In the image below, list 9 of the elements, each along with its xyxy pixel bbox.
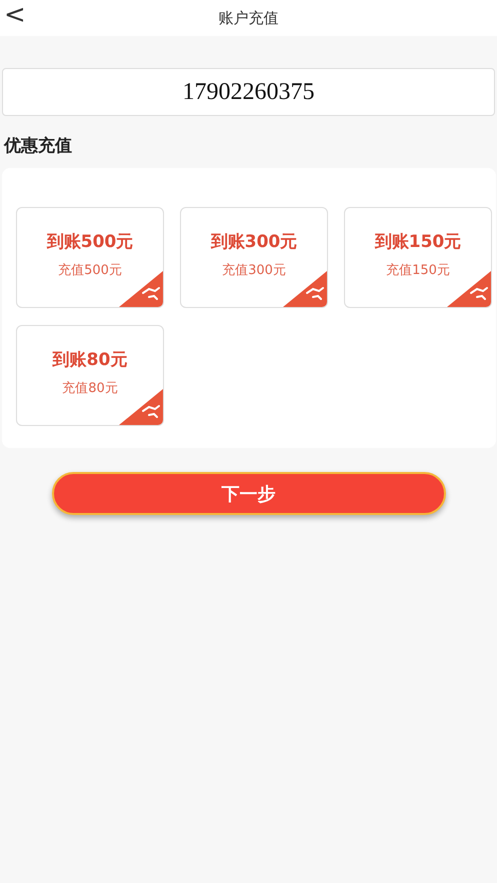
- page-title: 账户充值: [218, 8, 278, 28]
- recharge-option[interactable]: 到账80元 充值80元: [16, 325, 164, 426]
- recharge-option[interactable]: 到账500元 充值500元: [16, 207, 164, 308]
- section-title: 优惠充值: [4, 135, 73, 156]
- recharge-option[interactable]: 到账300元 充值300元: [180, 207, 328, 308]
- account-field[interactable]: 17902260375: [2, 68, 495, 116]
- next-button[interactable]: 下一步: [52, 472, 446, 515]
- back-button[interactable]: <: [0, 2, 30, 28]
- recharge-option[interactable]: 到账150元 充值150元: [344, 207, 492, 308]
